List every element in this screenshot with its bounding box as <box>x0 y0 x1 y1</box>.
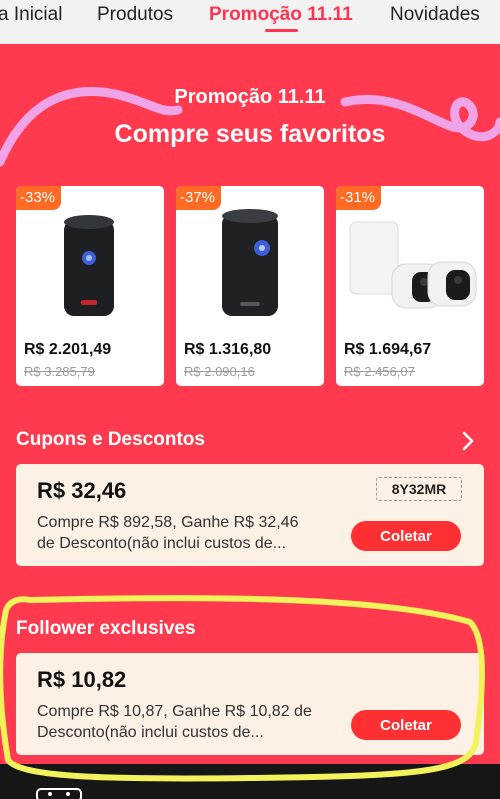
coupon-amount: R$ 10,82 <box>37 667 127 692</box>
coupon-desc-line2: Desconto(não inclui custos de... <box>37 724 264 741</box>
follower-coupon-card: R$ 10,82 Compre R$ 10,87, Ganhe R$ 10,82… <box>16 653 484 755</box>
tab-products[interactable]: Produtos <box>97 4 173 26</box>
promo-section: Promoção 11.11 Compre seus favoritos -33… <box>0 44 500 784</box>
discount-badge: -31% <box>336 186 382 210</box>
follower-section-title: Follower exclusives <box>16 618 196 639</box>
collect-follower-coupon-button[interactable]: Coletar <box>351 710 461 740</box>
product-old-price: R$ 3.285,79 <box>24 364 95 379</box>
tv-icon <box>36 788 82 799</box>
coupon-code[interactable]: 8Y32MR <box>376 477 462 501</box>
projector-image <box>222 209 278 316</box>
product-price: R$ 1.694,67 <box>344 341 432 358</box>
product-card[interactable]: -31% R$ 1.694,67 R$ 2.456,07 <box>336 186 484 386</box>
coupon-amount: R$ 32,46 <box>37 478 127 503</box>
product-card[interactable]: -33% R$ 2.201,49 R$ 3.285,79 <box>16 186 164 386</box>
top-nav: a Inicial Produtos Promoção 11.11 Novida… <box>0 0 500 44</box>
tab-home[interactable]: a Inicial <box>0 4 62 26</box>
decorative-swirl <box>0 87 500 167</box>
discount-badge: -37% <box>176 186 222 210</box>
coupon-description: Compre R$ 10,87, Ganhe R$ 10,82 de Desco… <box>37 701 337 743</box>
product-price: R$ 2.201,49 <box>24 341 112 358</box>
chevron-right-icon[interactable] <box>456 429 480 453</box>
projector-image <box>64 215 114 316</box>
coupon-desc-line1: Compre R$ 10,87, Ganhe R$ 10,82 de <box>37 703 312 720</box>
product-old-price: R$ 2.456,07 <box>344 364 415 379</box>
collect-coupon-button[interactable]: Coletar <box>351 521 461 551</box>
security-camera-image <box>349 221 477 309</box>
coupon-desc-line2: de Desconto(não inclui custos de... <box>37 535 287 552</box>
tab-novidades[interactable]: Novidades <box>390 4 480 26</box>
product-price: R$ 1.316,80 <box>184 341 272 358</box>
product-old-price: R$ 2.090,16 <box>184 364 255 379</box>
product-card[interactable]: -37% R$ 1.316,80 R$ 2.090,16 <box>176 186 324 386</box>
coupons-section-title: Cupons e Descontos <box>16 429 205 450</box>
tab-promo-1111[interactable]: Promoção 11.11 <box>209 4 353 26</box>
coupon-description: Compre R$ 892,58, Ganhe R$ 32,46 de Desc… <box>37 512 337 554</box>
coupon-card: R$ 32,46 8Y32MR Compre R$ 892,58, Ganhe … <box>16 464 484 566</box>
promo-headline: Compre seus favoritos <box>114 120 386 148</box>
promo-kicker: Promoção 11.11 <box>174 86 326 108</box>
coupon-desc-line1: Compre R$ 892,58, Ganhe R$ 32,46 <box>37 514 299 531</box>
active-tab-indicator <box>265 29 298 32</box>
discount-badge: -33% <box>16 186 62 210</box>
